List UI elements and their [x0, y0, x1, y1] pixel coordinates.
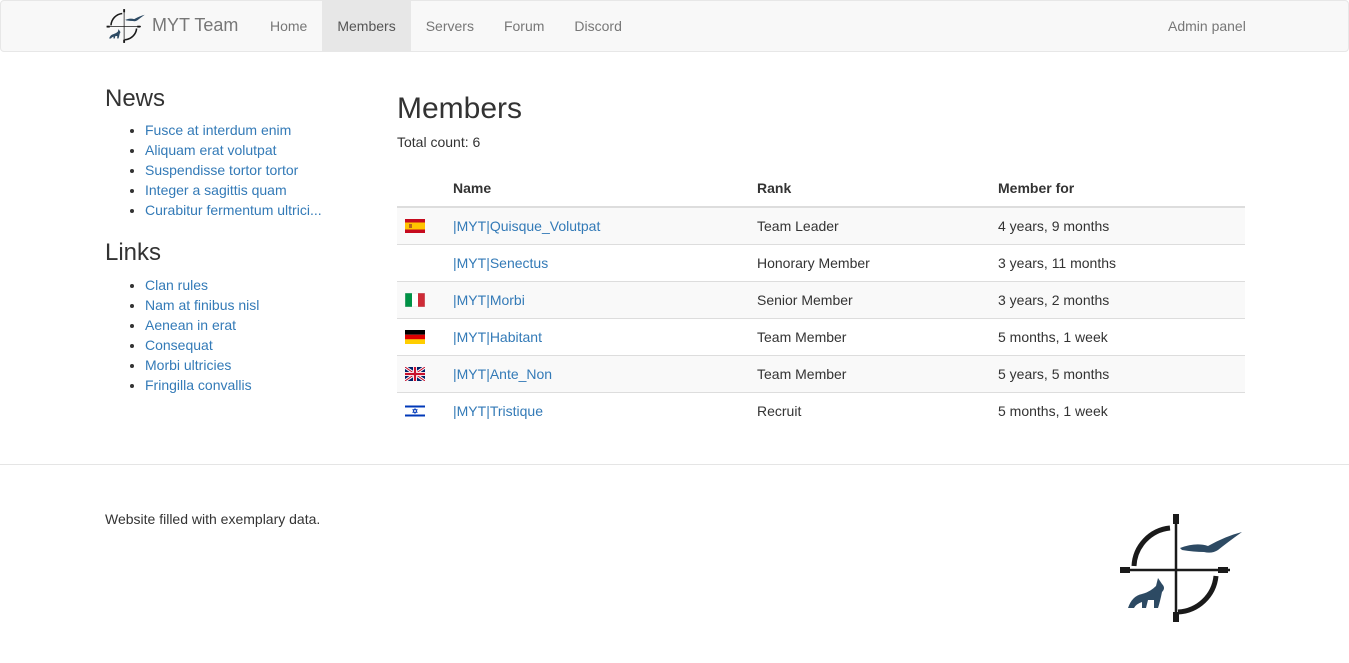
de-flag-icon [405, 329, 425, 344]
table-row: |MYT|Quisque_Volutpat Team Leader 4 year… [397, 206, 1245, 245]
rank-cell: Team Leader [757, 217, 839, 234]
table-row: |MYT|Morbi Senior Member 3 years, 2 mont… [397, 280, 1245, 319]
member-link[interactable]: |MYT|Quisque_Volutpat [453, 218, 600, 234]
name-cell: |MYT|Quisque_Volutpat [445, 207, 749, 245]
links-item: Clan rules [145, 275, 365, 295]
il-flag-icon [405, 403, 425, 418]
nav-item-discord: Discord [559, 1, 636, 51]
nav-link-discord[interactable]: Discord [559, 1, 636, 51]
links-list: Clan rules Nam at finibus nisl Aenean in… [105, 275, 365, 395]
links-item: Consequat [145, 335, 365, 355]
news-item: Integer a sagittis quam [145, 180, 365, 200]
member-for-cell: 3 years, 11 months [990, 243, 1245, 282]
news-list: Fusce at interdum enim Aliquam erat volu… [105, 120, 365, 220]
flag-cell [397, 391, 445, 429]
member-for-cell: 5 months, 1 week [990, 391, 1245, 429]
news-item: Fusce at interdum enim [145, 120, 365, 140]
nav-link-home[interactable]: Home [255, 1, 322, 51]
brand-link[interactable]: MYT Team [106, 1, 238, 51]
crosshair-eagle-wolf-logo-icon [106, 6, 146, 46]
rank-cell: Honorary Member [749, 243, 990, 282]
news-item: Aliquam erat volutpat [145, 140, 365, 160]
rank-cell: Team Member [749, 354, 990, 393]
table-header-row: Name Rank Member for [397, 169, 1245, 208]
admin-panel-link[interactable]: Admin panel [1153, 1, 1261, 51]
header-member-for: Member for [990, 169, 1245, 208]
nav-item-forum: Forum [489, 1, 559, 51]
news-item: Suspendisse tortor tortor [145, 160, 365, 180]
news-link[interactable]: Aliquam erat volutpat [145, 142, 277, 158]
sidebar-link[interactable]: Morbi ultricies [145, 357, 231, 373]
table-row: |MYT|Habitant Team Member 5 months, 1 we… [397, 317, 1245, 356]
member-link[interactable]: |MYT|Morbi [453, 292, 525, 308]
name-cell: |MYT|Ante_Non [445, 354, 749, 393]
main-content: Members Total count: 6 Name Rank Member … [397, 86, 1245, 429]
links-item: Nam at finibus nisl [145, 295, 365, 315]
it-flag-icon [405, 292, 425, 307]
flag-cell [397, 243, 445, 282]
name-cell: |MYT|Senectus [445, 243, 749, 282]
sidebar-link[interactable]: Nam at finibus nisl [145, 297, 259, 313]
main-nav: Home Members Servers Forum Discord [255, 1, 637, 51]
gb-flag-icon [405, 366, 425, 381]
header-rank: Rank [749, 169, 990, 208]
flag-cell [397, 207, 445, 245]
nav-link-servers[interactable]: Servers [411, 1, 489, 51]
table-row: |MYT|Senectus Honorary Member 3 years, 1… [397, 243, 1245, 282]
table-row: |MYT|Tristique Recruit 5 months, 1 week [397, 391, 1245, 429]
total-count: Total count: 6 [397, 134, 481, 150]
name-cell: |MYT|Habitant [445, 317, 749, 356]
news-heading: News [105, 85, 166, 112]
member-for-cell: 3 years, 2 months [990, 280, 1245, 319]
sidebar-link[interactable]: Fringilla convallis [145, 377, 252, 393]
flag-cell [397, 354, 445, 393]
sidebar-link[interactable]: Aenean in erat [145, 317, 236, 333]
nav-item-home: Home [255, 1, 322, 51]
news-link[interactable]: Fusce at interdum enim [145, 122, 291, 138]
rank-cell: Senior Member [749, 280, 990, 319]
links-heading: Links [105, 239, 162, 267]
top-navbar: MYT Team Home Members Servers Forum Disc… [0, 0, 1349, 52]
member-for-cell: 5 years, 5 months [990, 354, 1245, 393]
member-link[interactable]: |MYT|Tristique [453, 403, 543, 419]
news-link[interactable]: Curabitur fermentum ultrici... [145, 202, 322, 218]
rank-cell: Team Member [749, 317, 990, 356]
rank-cell: Recruit [749, 391, 990, 429]
member-for-cell: 5 months, 1 week [990, 317, 1245, 356]
links-item: Fringilla convallis [145, 375, 365, 395]
footer-divider [0, 464, 1349, 465]
nav-link-members[interactable]: Members [322, 1, 411, 51]
links-item: Aenean in erat [145, 315, 365, 335]
header-name: Name [445, 169, 749, 208]
flag-cell [397, 280, 445, 319]
nav-item-members: Members [322, 1, 411, 51]
news-link[interactable]: Integer a sagittis quam [145, 182, 287, 198]
member-link[interactable]: |MYT|Habitant [453, 329, 542, 345]
page-title: Members [397, 92, 523, 125]
sidebar-link[interactable]: Consequat [145, 337, 213, 353]
nav-item-servers: Servers [411, 1, 489, 51]
news-item: Curabitur fermentum ultrici... [145, 200, 365, 220]
members-table: Name Rank Member for |MYT|Quisque_Volutp… [397, 169, 1245, 429]
header-flag [397, 169, 445, 208]
sidebar: News Fusce at interdum enim Aliquam erat… [105, 85, 365, 415]
name-cell: |MYT|Morbi [445, 280, 749, 319]
nav-right: Admin panel [1153, 1, 1261, 51]
flag-cell [397, 317, 445, 356]
member-link[interactable]: |MYT|Senectus [453, 255, 548, 271]
nav-link-forum[interactable]: Forum [489, 1, 559, 51]
crosshair-eagle-wolf-logo-icon [1118, 512, 1246, 624]
name-cell: |MYT|Tristique [445, 391, 749, 429]
footer-text: Website filled with exemplary data. [105, 511, 321, 527]
links-item: Morbi ultricies [145, 355, 365, 375]
sidebar-link[interactable]: Clan rules [145, 277, 208, 293]
news-link[interactable]: Suspendisse tortor tortor [145, 162, 298, 178]
member-for-cell: 4 years, 9 months [998, 217, 1110, 234]
brand-name: MYT Team [152, 15, 239, 36]
member-link[interactable]: |MYT|Ante_Non [453, 366, 552, 382]
es-flag-icon [405, 218, 425, 233]
table-row: |MYT|Ante_Non Team Member 5 years, 5 mon… [397, 354, 1245, 393]
